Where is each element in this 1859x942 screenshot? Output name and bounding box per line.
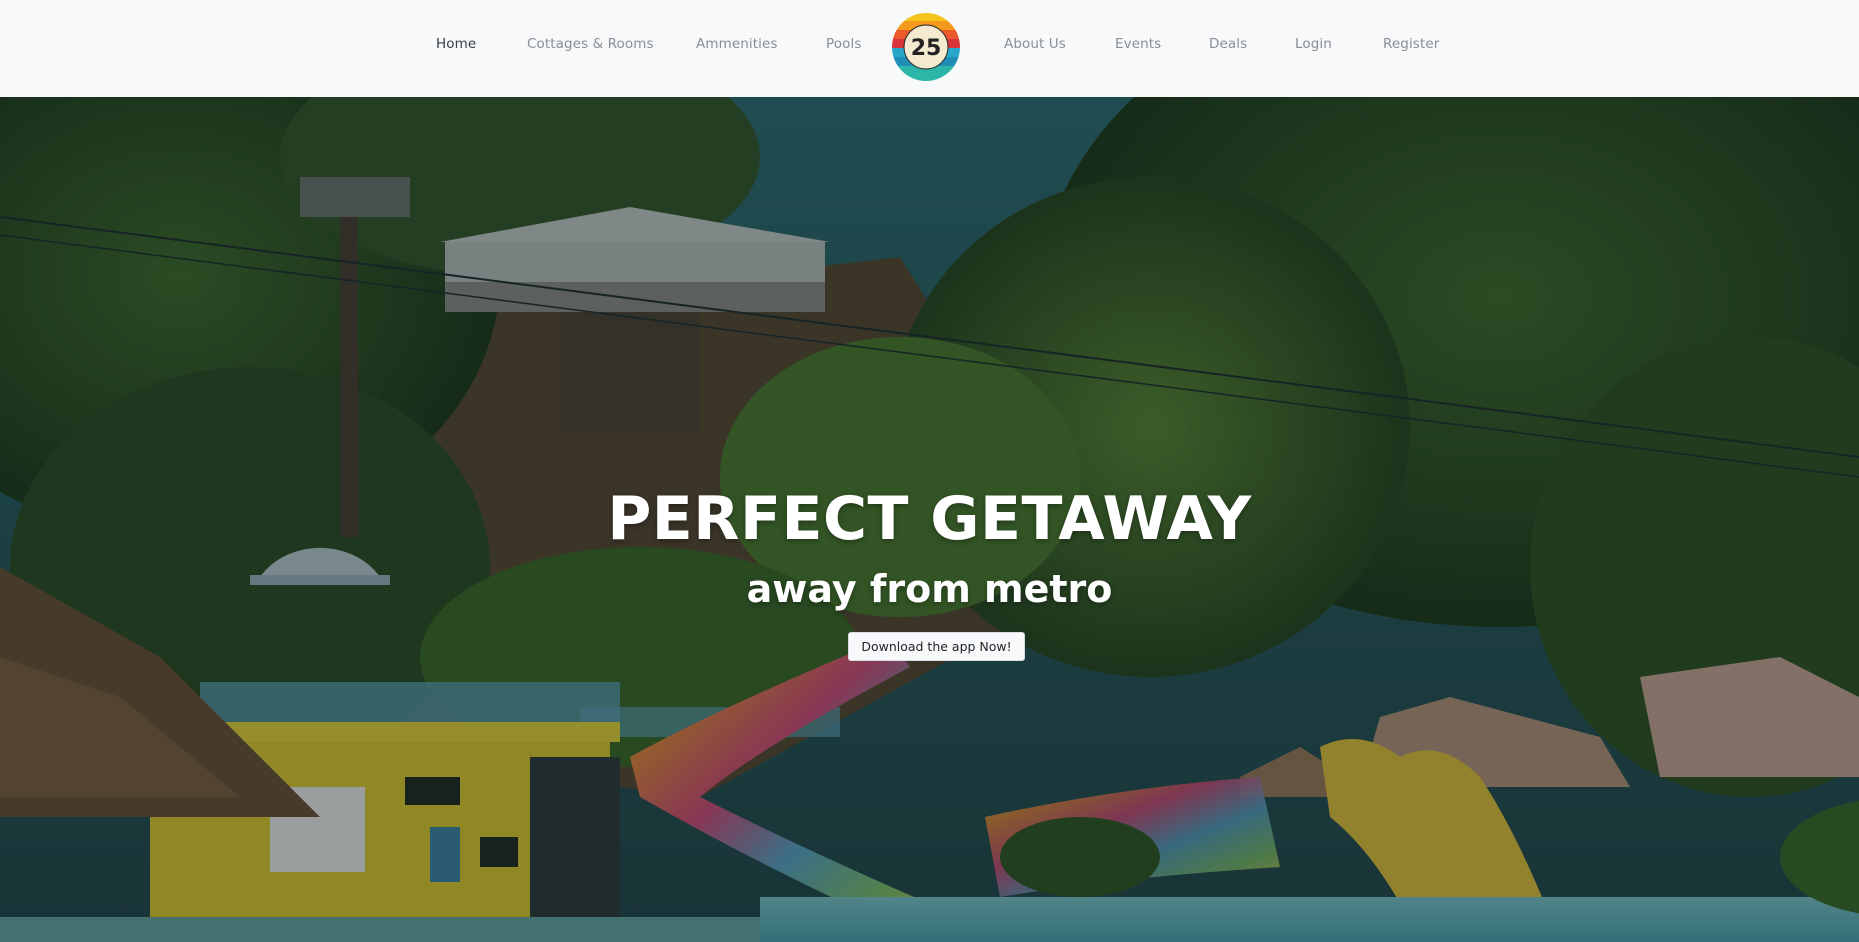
nav-link-home[interactable]: Home [436,36,476,52]
resort-logo[interactable]: 25 [891,12,961,82]
logo-badge-text: 25 [911,36,942,61]
download-app-button[interactable]: Download the app Now! [848,632,1025,661]
nav-link-register[interactable]: Register [1383,36,1439,52]
hero-section: PERFECT GETAWAY away from metro Download… [0,97,1859,942]
hero-subtitle: away from metro [746,567,1113,611]
nav-link-events[interactable]: Events [1115,36,1161,52]
hero-title: PERFECT GETAWAY [607,484,1252,554]
nav-link-login[interactable]: Login [1295,36,1332,52]
nav-link-pools[interactable]: Pools [826,36,861,52]
nav-link-cottages-rooms[interactable]: Cottages & Rooms [527,36,654,52]
nav-link-amenities[interactable]: Ammenities [696,36,778,52]
resort-logo-icon: 25 [892,13,960,81]
top-navbar: Home Cottages & Rooms Ammenities Pools 2… [0,0,1859,97]
nav-link-about-us[interactable]: About Us [1004,36,1066,52]
nav-link-deals[interactable]: Deals [1209,36,1247,52]
